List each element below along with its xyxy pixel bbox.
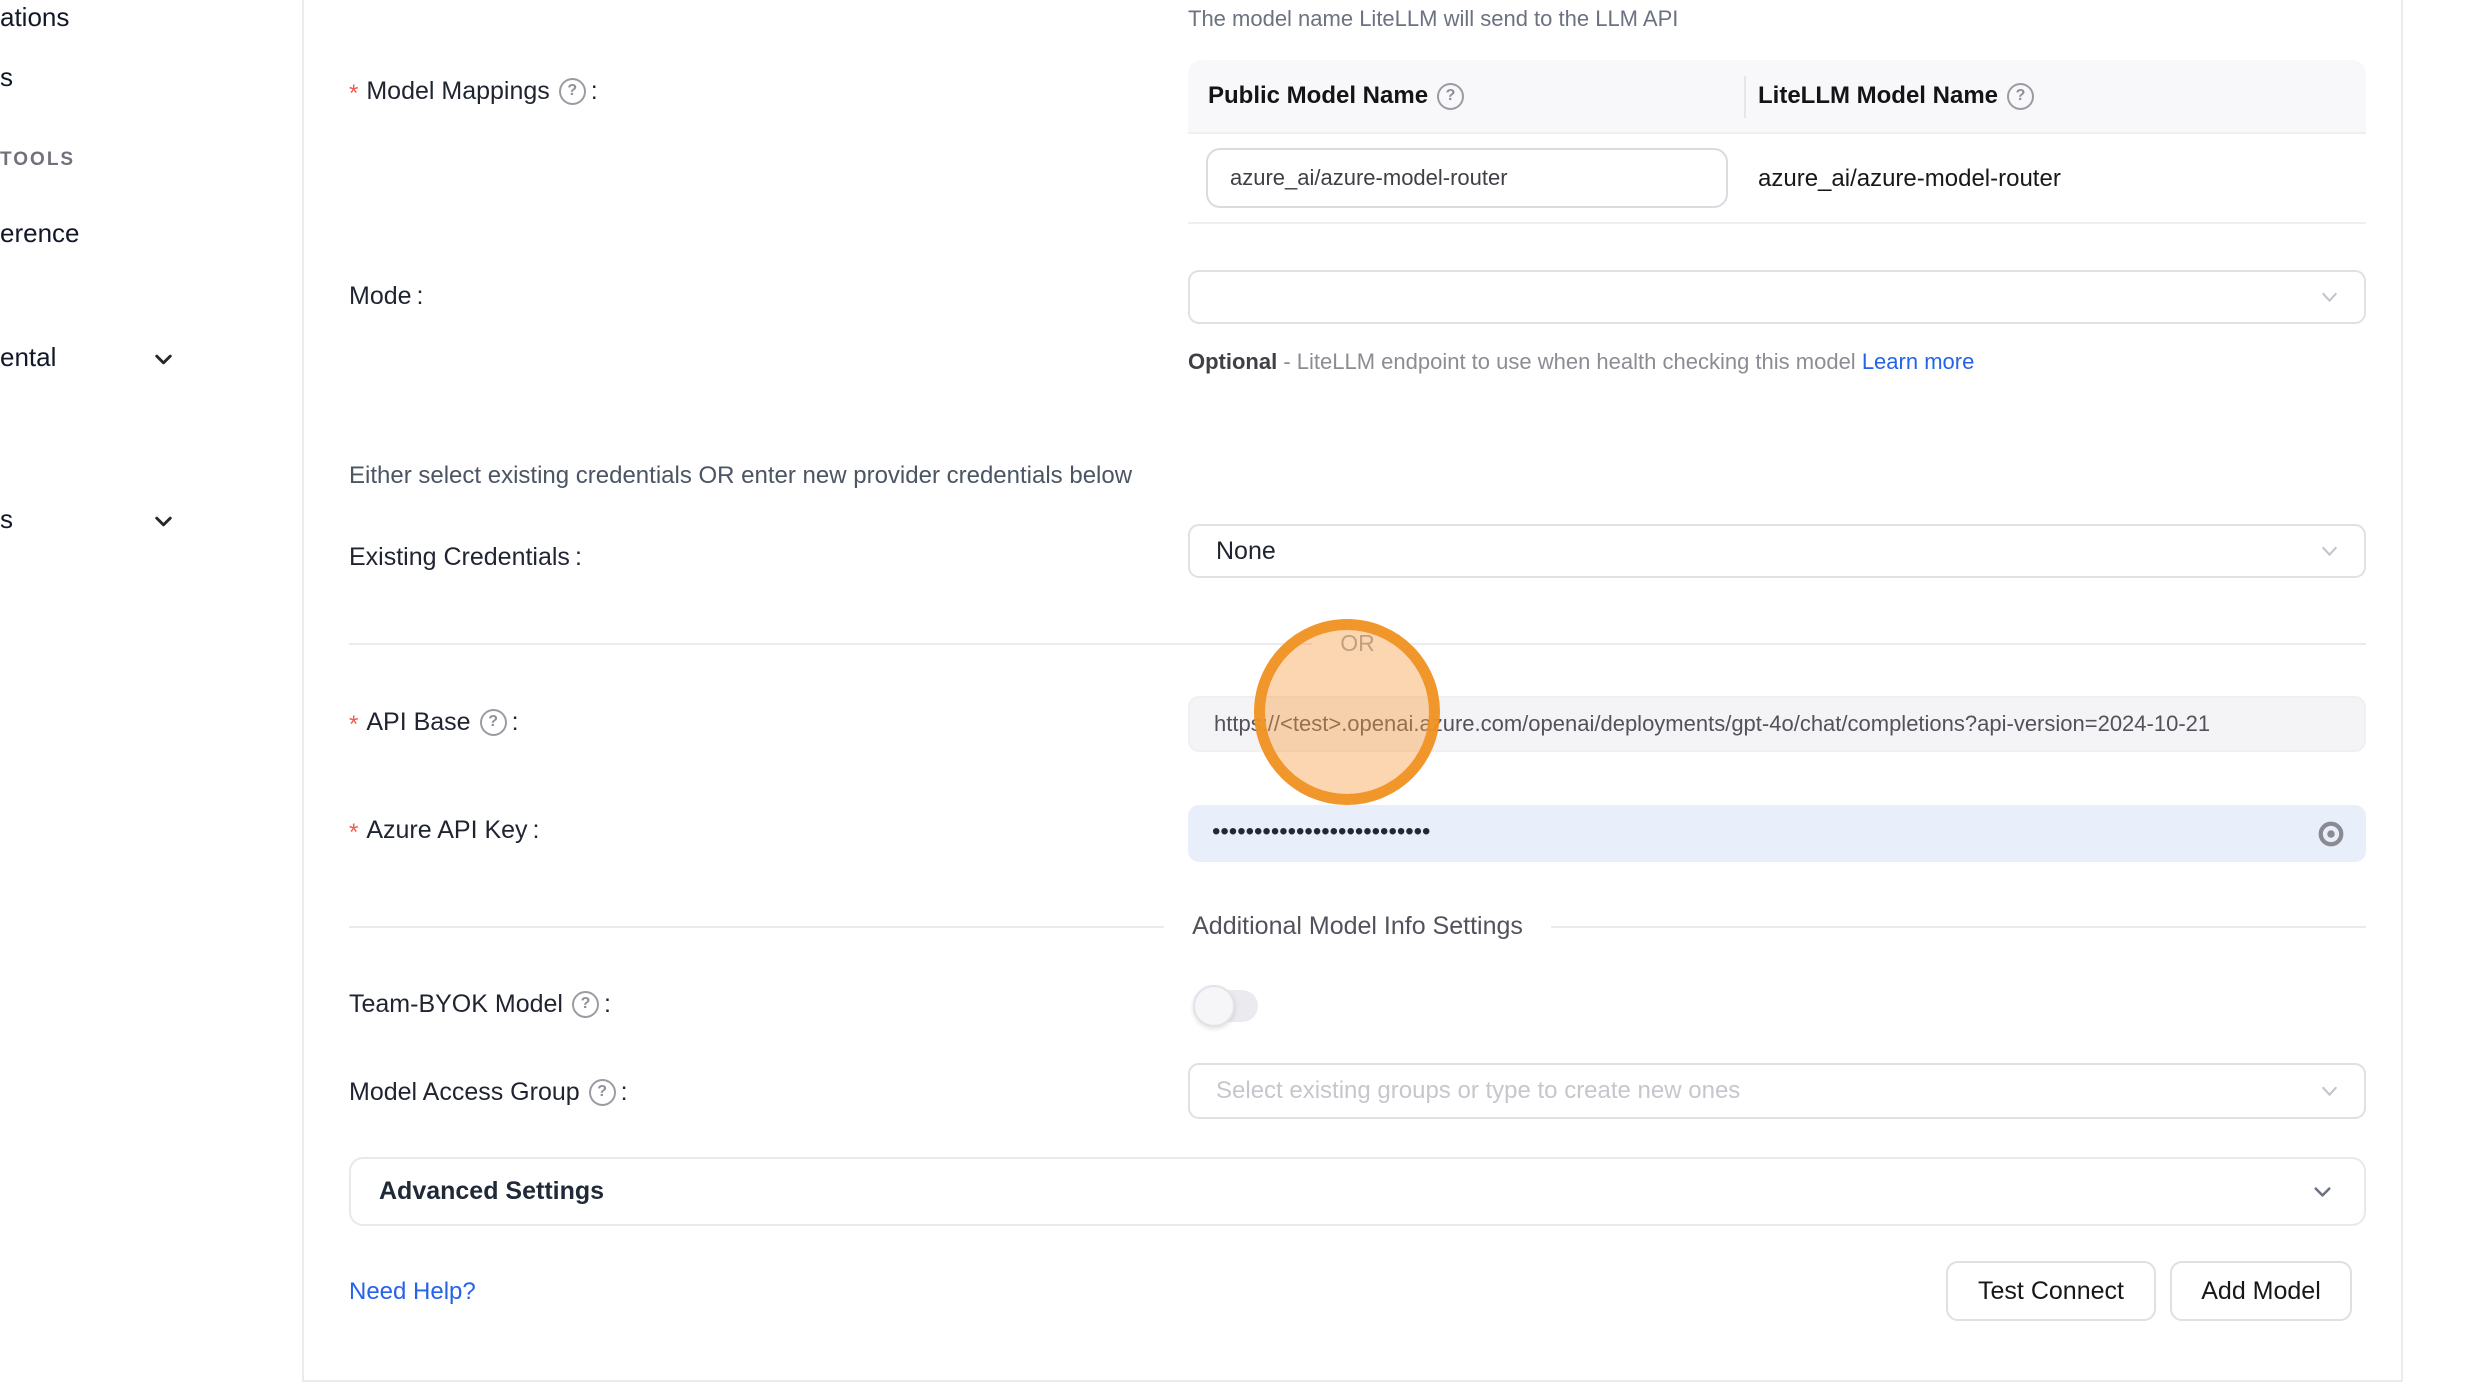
help-icon[interactable]	[589, 1079, 616, 1106]
public-model-name-input[interactable]	[1206, 148, 1728, 208]
or-divider: OR	[349, 630, 2366, 657]
additional-model-info-divider: Additional Model Info Settings	[349, 912, 2366, 941]
or-text: OR	[1312, 630, 1403, 657]
learn-more-link[interactable]: Learn more	[1862, 349, 1975, 374]
sidebar-item-label: s	[0, 62, 13, 92]
team-byok-toggle[interactable]	[1196, 990, 1258, 1022]
chevron-down-icon	[2309, 1178, 2336, 1205]
model-mappings-table: Public Model Name LiteLLM Model Name azu…	[1188, 60, 2366, 224]
sidebar-item-api-reference[interactable]: erence	[0, 218, 80, 249]
api-base-value: https://<test>.openai.azure.com/openai/d…	[1214, 711, 2210, 737]
sidebar: ations s TOOLS erence ental s	[0, 0, 302, 1385]
label-text: Existing Credentials	[349, 543, 570, 572]
mode-select[interactable]	[1188, 270, 2366, 324]
existing-credentials-label: Existing Credentials	[349, 538, 582, 576]
help-icon[interactable]	[559, 78, 586, 105]
sidebar-section-label: TOOLS	[0, 149, 75, 170]
model-access-group-select[interactable]: Select existing groups or type to create…	[1188, 1063, 2366, 1119]
existing-credentials-select[interactable]: None	[1188, 524, 2366, 578]
column-header-public-model-name: Public Model Name	[1188, 82, 1758, 110]
sidebar-item-label: erence	[0, 218, 80, 248]
credentials-note: Either select existing credentials OR en…	[349, 462, 1132, 490]
label-text: Model Mappings	[366, 77, 549, 106]
litellm-model-name-value: azure_ai/azure-model-router	[1758, 134, 2061, 224]
help-icon[interactable]	[480, 709, 507, 736]
api-base-label: * API Base	[349, 703, 519, 741]
team-byok-label: Team-BYOK Model	[349, 985, 611, 1023]
chevron-down-icon	[2317, 285, 2342, 310]
test-connect-button[interactable]: Test Connect	[1946, 1261, 2156, 1321]
table-header-row: Public Model Name LiteLLM Model Name	[1188, 60, 2366, 134]
sidebar-item-settings[interactable]: s	[0, 504, 13, 535]
required-asterisk: *	[349, 819, 358, 847]
sidebar-section-tools: TOOLS	[0, 149, 75, 171]
litellm-model-name-hint: The model name LiteLLM will send to the …	[1188, 6, 1678, 32]
help-icon[interactable]	[572, 991, 599, 1018]
label-text: Mode	[349, 282, 412, 311]
sidebar-item-experimental[interactable]: ental	[0, 342, 56, 373]
chevron-down-icon	[150, 508, 177, 535]
select-placeholder: Select existing groups or type to create…	[1216, 1077, 1740, 1105]
label-text: Team-BYOK Model	[349, 990, 563, 1019]
header-text: LiteLLM Model Name	[1758, 82, 1998, 110]
model-mappings-label: * Model Mappings	[349, 72, 598, 110]
chevron-down-icon	[2317, 539, 2342, 564]
chevron-down-icon	[150, 346, 177, 373]
label-text: Azure API Key	[366, 816, 527, 845]
advanced-settings-title: Advanced Settings	[379, 1177, 604, 1206]
mode-help-text: Optional - LiteLLM endpoint to use when …	[1188, 342, 2188, 381]
azure-api-key-label: * Azure API Key	[349, 811, 540, 849]
required-asterisk: *	[349, 80, 358, 108]
azure-api-key-input[interactable]: ••••••••••••••••••••••••••	[1188, 805, 2366, 862]
api-base-input[interactable]: https://<test>.openai.azure.com/openai/d…	[1188, 696, 2366, 752]
add-model-form: The model name LiteLLM will send to the …	[302, 0, 2403, 1382]
divider-text: Additional Model Info Settings	[1164, 912, 1551, 941]
select-value: None	[1216, 537, 1276, 566]
column-separator	[1744, 76, 1746, 118]
masked-key-value: ••••••••••••••••••••••••••	[1212, 818, 1430, 846]
column-header-litellm-model-name: LiteLLM Model Name	[1758, 82, 2034, 110]
add-model-page: ations s TOOLS erence ental s The model …	[0, 0, 2477, 1385]
required-asterisk: *	[349, 711, 358, 739]
help-text: - LiteLLM endpoint to use when health ch…	[1277, 349, 1862, 374]
label-text: API Base	[366, 708, 470, 737]
optional-text: Optional	[1188, 349, 1277, 374]
sidebar-item-label: ental	[0, 342, 56, 372]
sidebar-item-logs[interactable]: s	[0, 62, 13, 93]
header-text: Public Model Name	[1208, 82, 1428, 110]
advanced-settings-panel[interactable]: Advanced Settings	[349, 1157, 2366, 1226]
chevron-down-icon	[2317, 1079, 2342, 1104]
need-help-link[interactable]: Need Help?	[349, 1278, 476, 1306]
mode-label: Mode	[349, 277, 424, 315]
add-model-button[interactable]: Add Model	[2170, 1261, 2352, 1321]
label-text: Model Access Group	[349, 1078, 580, 1107]
table-row: azure_ai/azure-model-router	[1188, 134, 2366, 224]
eye-icon[interactable]	[2316, 819, 2346, 849]
help-icon[interactable]	[1437, 83, 1464, 110]
help-icon[interactable]	[2007, 83, 2034, 110]
sidebar-item-label: ations	[0, 2, 69, 32]
toggle-knob	[1193, 985, 1235, 1027]
sidebar-item-organizations[interactable]: ations	[0, 2, 69, 33]
sidebar-item-label: s	[0, 504, 13, 534]
model-access-group-label: Model Access Group	[349, 1073, 628, 1111]
